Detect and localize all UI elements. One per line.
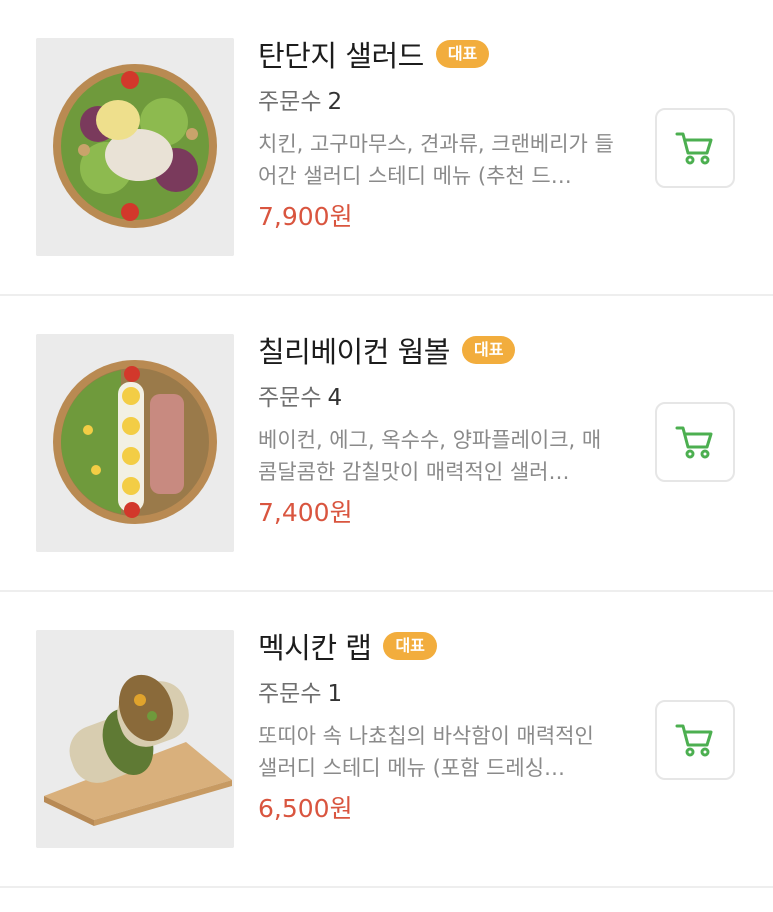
menu-price: 6,500원 [258, 794, 353, 823]
cart-icon [675, 426, 713, 459]
menu-info: 멕시칸 랩 대표 주문수 1 또띠아 속 나쵸칩의 바삭함이 매력적인 샐러디 스… [258, 626, 628, 826]
menu-price: 7,900원 [258, 202, 353, 231]
order-count-value: 1 [327, 681, 343, 707]
cart-icon [675, 132, 713, 165]
warm-bowl-image[interactable] [36, 334, 234, 552]
menu-title[interactable]: 탄단지 샐러드 [258, 33, 424, 75]
add-to-cart-button[interactable] [655, 402, 735, 482]
menu-info: 탄단지 샐러드 대표 주문수 2 치킨, 고구마무스, 견과류, 크랜베리가 들어… [258, 34, 628, 234]
menu-item[interactable]: 탄단지 샐러드 대표 주문수 2 치킨, 고구마무스, 견과류, 크랜베리가 들어… [0, 0, 773, 296]
menu-description: 또띠아 속 나쵸칩의 바삭함이 매력적인 샐러디 스테디 메뉴 (포함 드레싱… [258, 724, 594, 780]
order-count-label: 주문수 [258, 681, 322, 707]
menu-title[interactable]: 멕시칸 랩 [258, 625, 372, 667]
signature-badge: 대표 [435, 40, 490, 68]
menu-description: 치킨, 고구마무스, 견과류, 크랜베리가 들어간 샐러디 스테디 메뉴 (추천… [258, 132, 614, 188]
menu-description: 베이컨, 에그, 옥수수, 양파플레이크, 매콤달콤한 감칠맛이 매력적인 샐러… [258, 428, 602, 484]
add-to-cart-button[interactable] [655, 108, 735, 188]
wrap-image[interactable] [36, 630, 234, 848]
order-count-value: 4 [327, 385, 343, 411]
signature-badge: 대표 [461, 336, 516, 364]
menu-info: 칠리베이컨 웜볼 대표 주문수 4 베이컨, 에그, 옥수수, 양파플레이크, 매… [258, 330, 628, 530]
order-count: 주문수 4 [258, 382, 628, 414]
menu-title[interactable]: 칠리베이컨 웜볼 [258, 329, 450, 371]
menu-price: 7,400원 [258, 498, 353, 527]
order-count: 주문수 1 [258, 678, 628, 710]
order-count-label: 주문수 [258, 89, 322, 115]
add-to-cart-button[interactable] [655, 700, 735, 780]
salad-bowl-image[interactable] [36, 38, 234, 256]
menu-item[interactable]: 칠리베이컨 웜볼 대표 주문수 4 베이컨, 에그, 옥수수, 양파플레이크, 매… [0, 296, 773, 592]
order-count: 주문수 2 [258, 86, 628, 118]
menu-item[interactable]: 멕시칸 랩 대표 주문수 1 또띠아 속 나쵸칩의 바삭함이 매력적인 샐러디 스… [0, 592, 773, 888]
order-count-value: 2 [327, 89, 343, 115]
order-count-label: 주문수 [258, 385, 322, 411]
menu-list: 탄단지 샐러드 대표 주문수 2 치킨, 고구마무스, 견과류, 크랜베리가 들어… [0, 0, 773, 888]
cart-icon [675, 724, 713, 757]
signature-badge: 대표 [383, 632, 437, 660]
